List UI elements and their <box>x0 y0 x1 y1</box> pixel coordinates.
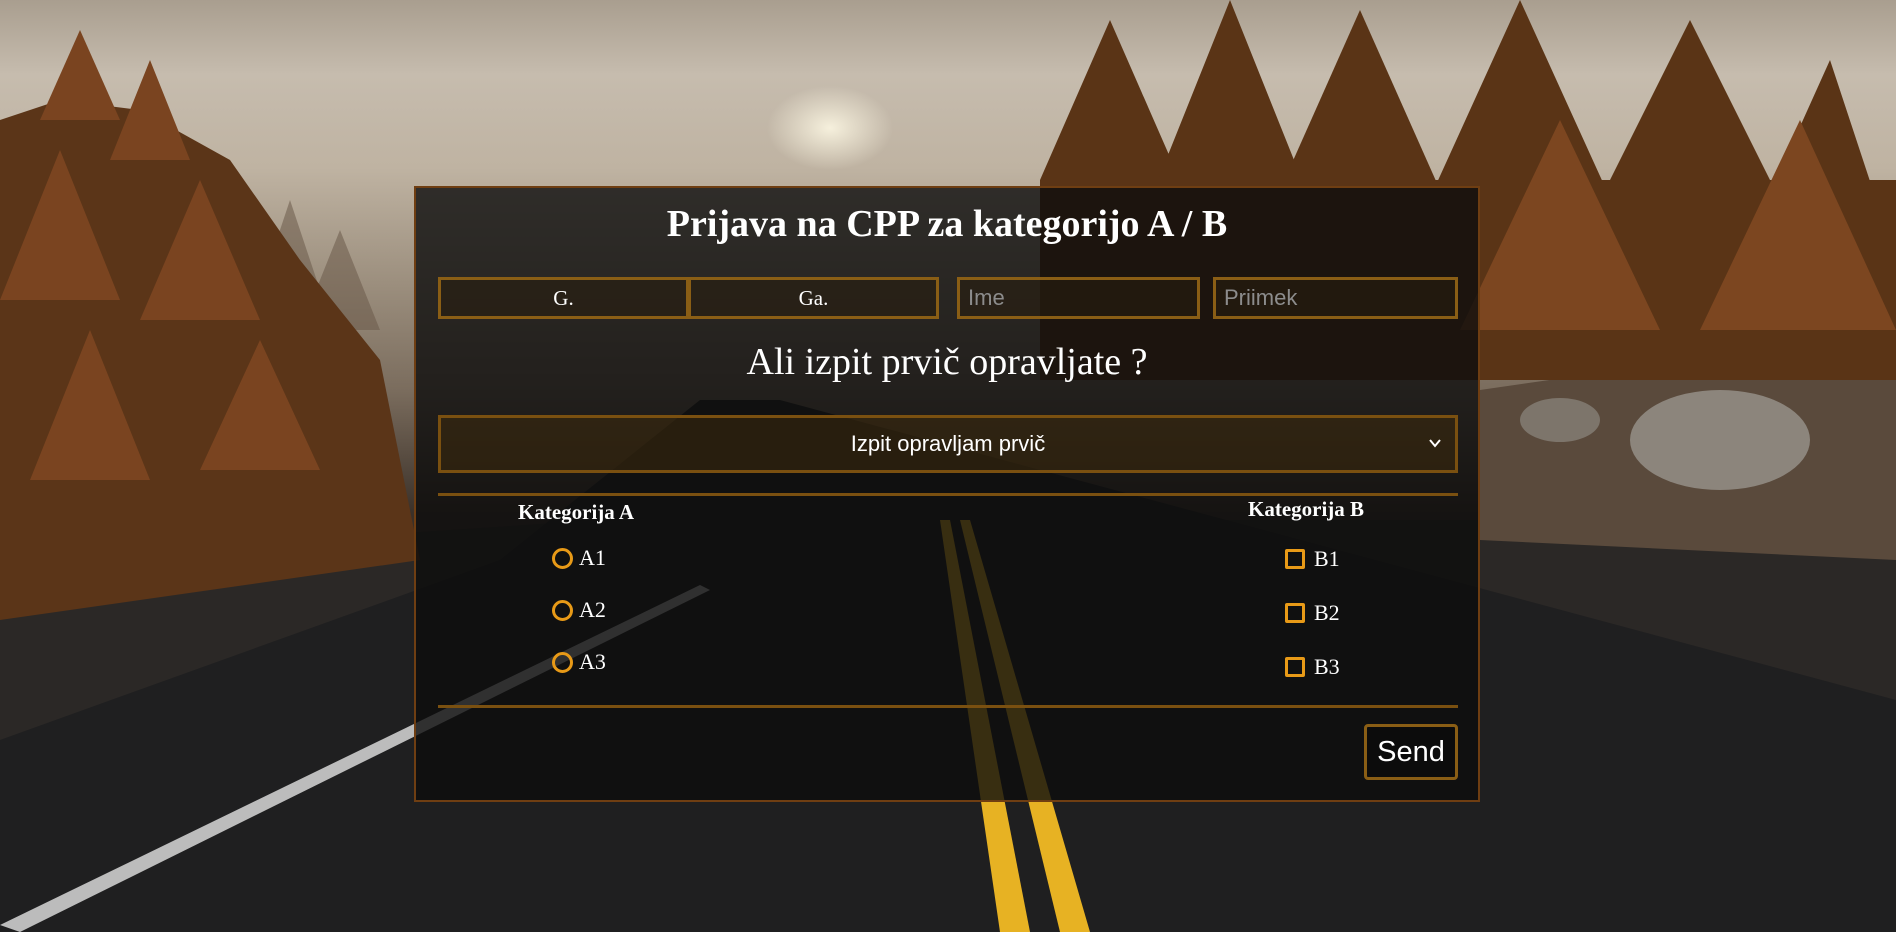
registration-form: Prijava na CPP za kategorijo A / B G. Ga… <box>414 186 1480 802</box>
radio-circle-icon[interactable] <box>552 599 573 621</box>
checkbox-b3-label: B3 <box>1314 654 1340 679</box>
radio-circle-icon[interactable] <box>552 651 573 673</box>
send-button[interactable]: Send <box>1364 724 1458 780</box>
first-attempt-question: Ali izpit prvič opravljate ? <box>746 341 1148 383</box>
chevron-down-icon <box>1429 439 1441 448</box>
first-name-input[interactable]: Ime <box>957 277 1200 319</box>
checkbox-b1-label: B1 <box>1314 546 1340 571</box>
radio-a2[interactable]: A2 <box>552 597 606 623</box>
salutation-g-option[interactable]: G. <box>438 277 689 319</box>
form-title: Prijava na CPP za kategorijo A / B <box>666 203 1228 245</box>
exam-attempt-select[interactable]: Izpit opravljam prvič <box>438 415 1458 473</box>
exam-attempt-select-value: Izpit opravljam prvič <box>850 431 1046 456</box>
checkbox-b2[interactable]: B2 <box>1285 600 1340 626</box>
radio-a3[interactable]: A3 <box>552 649 606 675</box>
category-a-title: Kategorija A <box>518 500 635 524</box>
checkbox-icon[interactable] <box>1285 603 1305 623</box>
checkbox-icon[interactable] <box>1285 549 1305 569</box>
radio-a3-label: A3 <box>579 649 606 674</box>
divider-top <box>438 493 1458 496</box>
salutation-ga-option[interactable]: Ga. <box>688 277 939 319</box>
last-name-input[interactable]: Priimek <box>1213 277 1458 319</box>
checkbox-b1[interactable]: B1 <box>1285 546 1340 572</box>
category-b-title: Kategorija B <box>1248 497 1365 521</box>
radio-a1-label: A1 <box>579 545 606 570</box>
radio-circle-icon[interactable] <box>552 547 573 569</box>
radio-a2-label: A2 <box>579 597 606 622</box>
checkbox-b3[interactable]: B3 <box>1285 654 1340 680</box>
checkbox-b2-label: B2 <box>1314 600 1340 625</box>
divider-bottom <box>438 705 1458 708</box>
checkbox-icon[interactable] <box>1285 657 1305 677</box>
radio-a1[interactable]: A1 <box>552 545 606 571</box>
